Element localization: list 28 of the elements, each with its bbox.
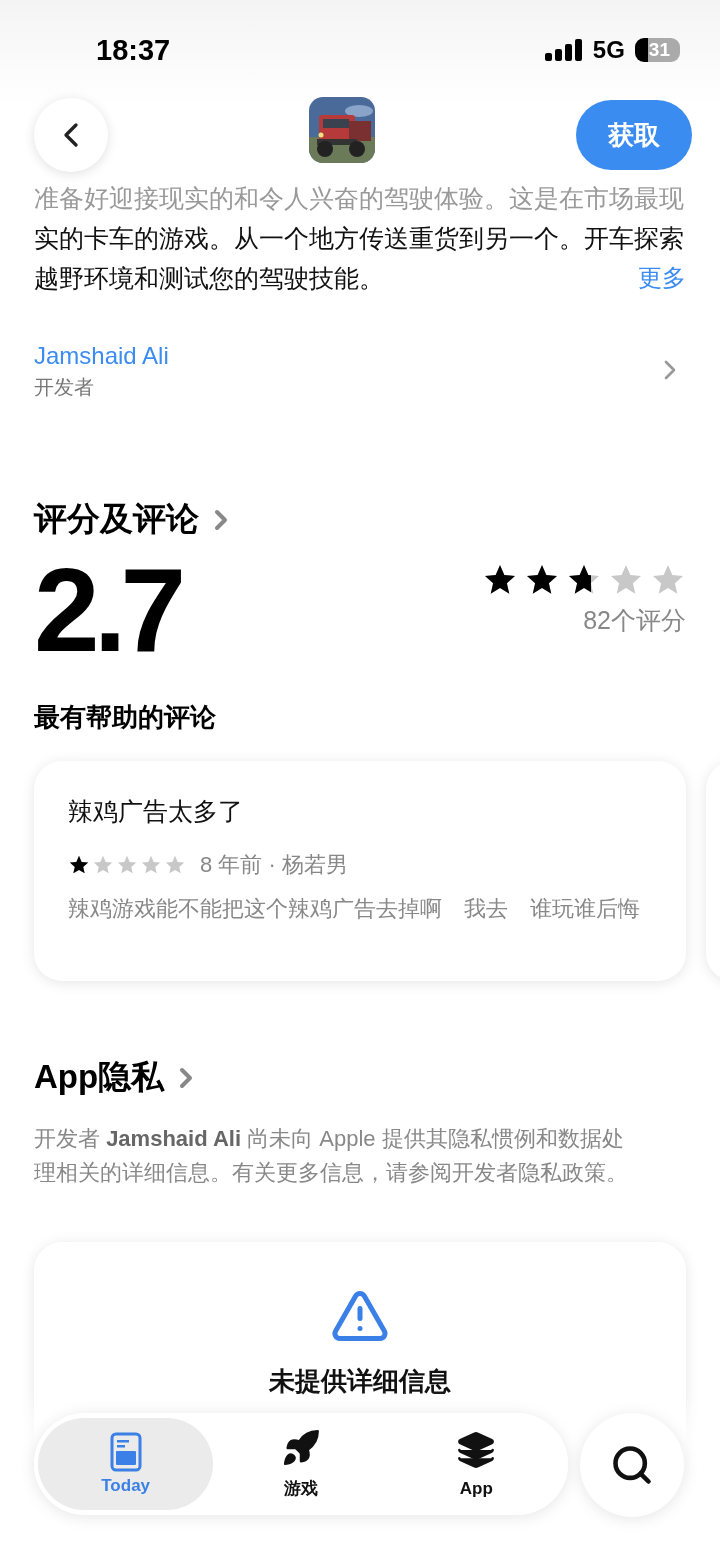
description-text: 实的卡车的游戏。从一个地方传送重货到另一个。开车探索 [34,223,685,254]
rating-score: 2.7 [34,550,181,670]
star-icon [68,854,90,876]
star-icon [164,854,186,876]
tab[interactable]: App [388,1418,564,1510]
ratings-heading[interactable]: 评分及评论 [34,497,237,542]
search-icon [610,1443,654,1487]
tab[interactable]: 游戏 [213,1418,389,1510]
helpful-reviews-heading: 最有帮助的评论 [34,701,217,734]
signal-icon [544,39,583,61]
review-body: 辣鸡游戏能不能把这个辣鸡广告去掉啊 我去 谁玩谁后悔 [68,895,641,923]
status-time: 18:37 [96,33,171,67]
developer-label: 开发者 [34,375,95,400]
star-icon [140,854,162,876]
star-icon [92,854,114,876]
today-icon [109,1432,142,1472]
privacy-heading[interactable]: App隐私 [34,1055,203,1100]
review-card[interactable]: 辣鸡广告太多了 8 年前 · 杨若男 辣鸡游戏能不能把这个辣鸡广告去掉啊 我去 谁玩谁后悔 [34,761,686,981]
rating-count: 82个评分 [583,605,686,636]
battery-level: 31 [634,38,680,62]
network-label: 5G [592,36,625,64]
privacy-card-title: 未提供详细信息 [269,1365,451,1398]
description-text: 准备好迎接现实的和令人兴奋的驾驶体验。这是在市场最现 [34,183,684,214]
review-title: 辣鸡广告太多了 [68,796,244,827]
star-icon [116,854,138,876]
description-text: 越野环境和测试您的驾驶技能。 [34,263,384,294]
review-meta: 8 年前 · 杨若男 [200,851,348,879]
privacy-text: 开发者 Jamshaid Ali 尚未向 Apple 提供其隐私惯例和数据处理相关的详细信息。有关更多信息，请参阅开发者隐私政策。 [34,1125,629,1187]
